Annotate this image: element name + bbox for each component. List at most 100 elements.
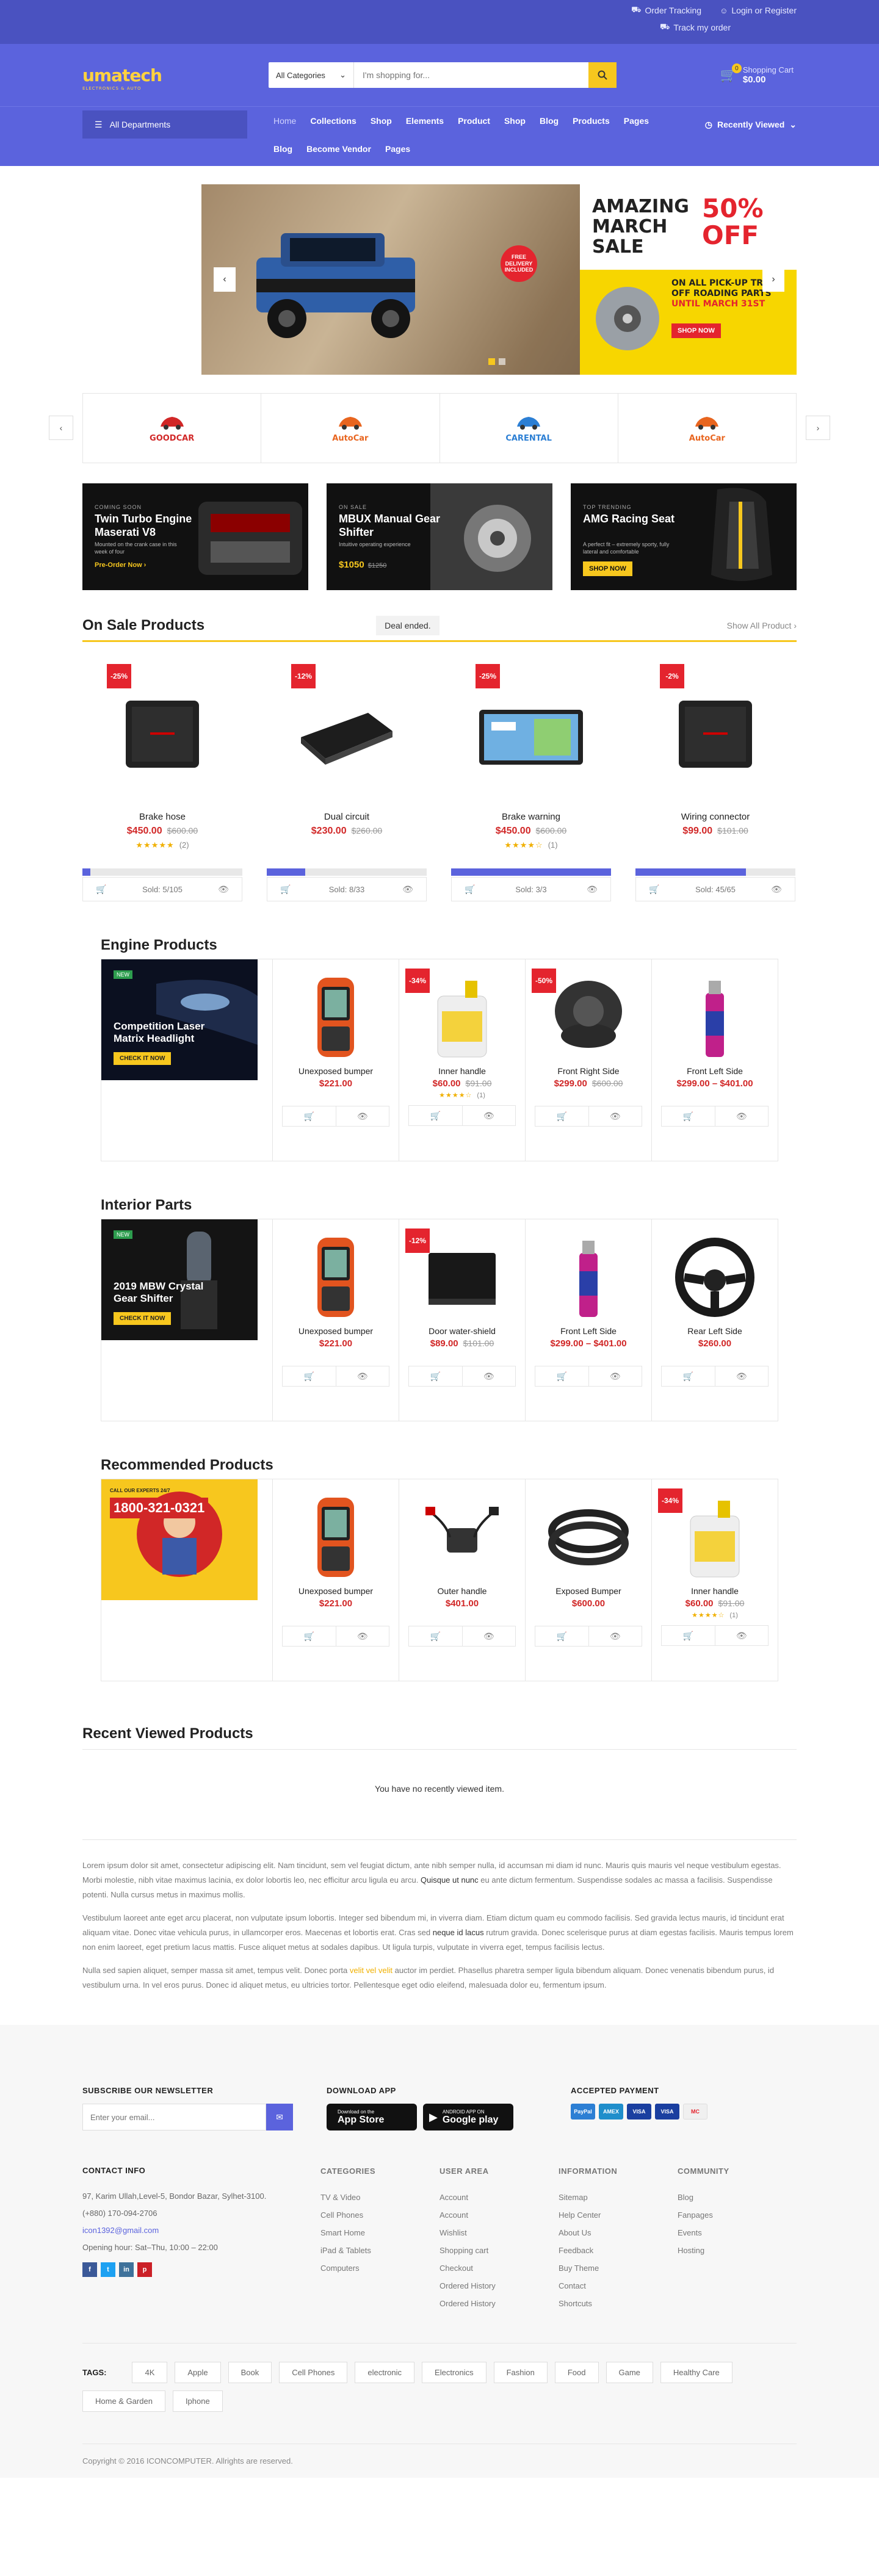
product-image[interactable]: -25% xyxy=(451,664,611,804)
nav-item[interactable]: Home xyxy=(273,107,296,135)
product-card[interactable]: Unexposed bumper $221.00 🛒 👁 xyxy=(272,959,399,1161)
cart-button[interactable]: 🛒 0 Shopping Cart $0.00 xyxy=(720,63,794,85)
tag-link[interactable]: 4K xyxy=(132,2362,168,2383)
add-to-cart-icon[interactable]: 🛒 xyxy=(535,1366,588,1387)
order-tracking-link[interactable]: ⛟ Order Tracking xyxy=(631,5,701,16)
slider-dot[interactable] xyxy=(499,358,505,365)
check-it-now-button[interactable]: CHECK IT NOW xyxy=(114,1312,172,1325)
product-name[interactable]: Unexposed bumper xyxy=(273,1326,399,1336)
product-card[interactable]: -34% Inner handle $60.00 $91.00 ★★★★☆ (1) 🛒 👁 xyxy=(651,1479,778,1681)
nav-item[interactable]: Blog xyxy=(273,135,292,163)
product-name[interactable]: Front Left Side xyxy=(526,1326,651,1336)
hero-prev-arrow[interactable]: ‹ xyxy=(214,267,236,292)
site-logo[interactable]: umatech ELECTRONICS & AUTO xyxy=(82,65,266,91)
product-name[interactable]: Wiring connector xyxy=(635,812,795,822)
category-banner[interactable]: NEW 2019 MBW Crystal Gear Shifter CHECK IT… xyxy=(101,1219,258,1340)
product-name[interactable]: Rear Left Side xyxy=(652,1326,778,1336)
product-image[interactable]: -12% xyxy=(267,664,427,804)
search-category-select[interactable]: All Categories ⌄ xyxy=(269,62,354,88)
quick-view-icon[interactable]: 👁 xyxy=(714,1625,769,1646)
product-card[interactable]: Rear Left Side $260.00 🛒 👁 xyxy=(651,1219,778,1421)
product-card[interactable]: -12% Dual circuit $230.00 $260.00 🛒 Sold: 8/3… xyxy=(267,664,427,901)
product-name[interactable]: Unexposed bumper xyxy=(273,1066,399,1076)
tag-link[interactable]: electronic xyxy=(355,2362,415,2383)
information-link[interactable]: Sitemap xyxy=(559,2188,678,2206)
brand-logo[interactable]: AutoCar xyxy=(261,394,440,463)
email-link[interactable]: icon1392@gmail.com xyxy=(82,2222,320,2239)
product-name[interactable]: Inner handle xyxy=(652,1586,778,1596)
user-area-link[interactable]: Wishlist xyxy=(440,2224,559,2242)
product-card[interactable]: Front Left Side $299.00 – $401.00 🛒 👁 xyxy=(651,959,778,1161)
product-image[interactable]: -25% xyxy=(82,664,242,804)
information-link[interactable]: Contact xyxy=(559,2277,678,2295)
twitter-icon[interactable]: t xyxy=(101,2262,115,2277)
information-link[interactable]: Shortcuts xyxy=(559,2295,678,2312)
product-image[interactable] xyxy=(399,1488,525,1586)
tag-link[interactable]: Healthy Care xyxy=(660,2362,733,2383)
product-image[interactable] xyxy=(526,1488,651,1586)
community-link[interactable]: Hosting xyxy=(678,2242,797,2259)
newsletter-email-input[interactable] xyxy=(82,2104,266,2130)
add-to-cart-icon[interactable]: 🛒 xyxy=(409,1366,462,1387)
product-image[interactable]: -12% xyxy=(399,1228,525,1326)
add-to-cart-icon[interactable]: 🛒 xyxy=(83,877,120,901)
product-card[interactable]: -25% Brake hose $450.00 $600.00 ★★★★★ (2) 🛒 Sol… xyxy=(82,664,242,901)
google-play-button[interactable]: ▶ ANDROID APP ON Google play xyxy=(423,2104,513,2130)
promo-banner[interactable]: TOP TRENDING AMG Racing Seat A perfect fit… xyxy=(571,483,797,590)
add-to-cart-icon[interactable]: 🛒 xyxy=(409,1626,462,1647)
product-name[interactable]: Outer handle xyxy=(399,1586,525,1596)
nav-item[interactable]: Blog xyxy=(540,107,559,135)
community-link[interactable]: Events xyxy=(678,2224,797,2242)
product-card[interactable]: Exposed Bumper $600.00 🛒 👁 xyxy=(525,1479,651,1681)
search-button[interactable] xyxy=(588,62,617,88)
tag-link[interactable]: Iphone xyxy=(172,2390,223,2412)
nav-item[interactable]: Shop xyxy=(504,107,526,135)
information-link[interactable]: Help Center xyxy=(559,2206,678,2224)
category-banner[interactable]: NEW Competition Laser Matrix Headlight CHE… xyxy=(101,959,258,1080)
promo-cta-button[interactable]: SHOP NOW xyxy=(583,561,632,576)
quick-view-icon[interactable]: 👁 xyxy=(335,1106,389,1127)
tag-link[interactable]: Book xyxy=(228,2362,272,2383)
quick-view-icon[interactable]: 👁 xyxy=(389,877,426,901)
hero-next-arrow[interactable]: › xyxy=(762,267,784,292)
tag-link[interactable]: Apple xyxy=(175,2362,221,2383)
check-it-now-button[interactable]: CHECK IT NOW xyxy=(114,1052,172,1065)
add-to-cart-icon[interactable]: 🛒 xyxy=(283,1366,336,1387)
product-image[interactable]: -34% xyxy=(652,1488,778,1586)
recently-viewed-dropdown[interactable]: ◷ Recently Viewed ⌄ xyxy=(705,110,797,139)
tag-link[interactable]: Game xyxy=(606,2362,653,2383)
instagram-icon[interactable]: in xyxy=(119,2262,134,2277)
user-area-link[interactable]: Account xyxy=(440,2188,559,2206)
user-area-link[interactable]: Account xyxy=(440,2206,559,2224)
product-image[interactable] xyxy=(273,969,399,1066)
quick-view-icon[interactable]: 👁 xyxy=(461,1105,516,1126)
footer-category-link[interactable]: Cell Phones xyxy=(320,2206,440,2224)
product-card[interactable]: -2% Wiring connector $99.00 $101.00 🛒 Sold: 4… xyxy=(635,664,795,901)
quick-view-icon[interactable]: 👁 xyxy=(335,1626,389,1647)
nav-item[interactable]: Become Vendor xyxy=(306,135,371,163)
add-to-cart-icon[interactable]: 🛒 xyxy=(636,877,673,901)
add-to-cart-icon[interactable]: 🛒 xyxy=(267,877,304,901)
add-to-cart-icon[interactable]: 🛒 xyxy=(662,1366,715,1387)
product-name[interactable]: Door water-shield xyxy=(399,1326,525,1336)
product-image[interactable]: -34% xyxy=(399,969,525,1066)
nav-item[interactable]: Shop xyxy=(371,107,392,135)
add-to-cart-icon[interactable]: 🛒 xyxy=(452,877,488,901)
product-image[interactable] xyxy=(273,1488,399,1586)
add-to-cart-icon[interactable]: 🛒 xyxy=(535,1626,588,1647)
search-input[interactable] xyxy=(354,62,588,88)
nav-item[interactable]: Pages xyxy=(624,107,649,135)
product-card[interactable]: -25% Brake warning $450.00 $600.00 ★★★★☆ (1) 🛒… xyxy=(451,664,611,901)
information-link[interactable]: Buy Theme xyxy=(559,2259,678,2277)
community-link[interactable]: Blog xyxy=(678,2188,797,2206)
product-image[interactable]: -50% xyxy=(526,969,651,1066)
brand-next-arrow[interactable]: › xyxy=(806,416,830,440)
tag-link[interactable]: Fashion xyxy=(493,2362,548,2383)
product-image[interactable] xyxy=(652,969,778,1066)
quick-view-icon[interactable]: 👁 xyxy=(461,1366,516,1387)
product-name[interactable]: Front Left Side xyxy=(652,1066,778,1076)
footer-category-link[interactable]: TV & Video xyxy=(320,2188,440,2206)
slider-dot[interactable] xyxy=(488,358,495,365)
nav-item[interactable]: Products xyxy=(573,107,610,135)
information-link[interactable]: About Us xyxy=(559,2224,678,2242)
